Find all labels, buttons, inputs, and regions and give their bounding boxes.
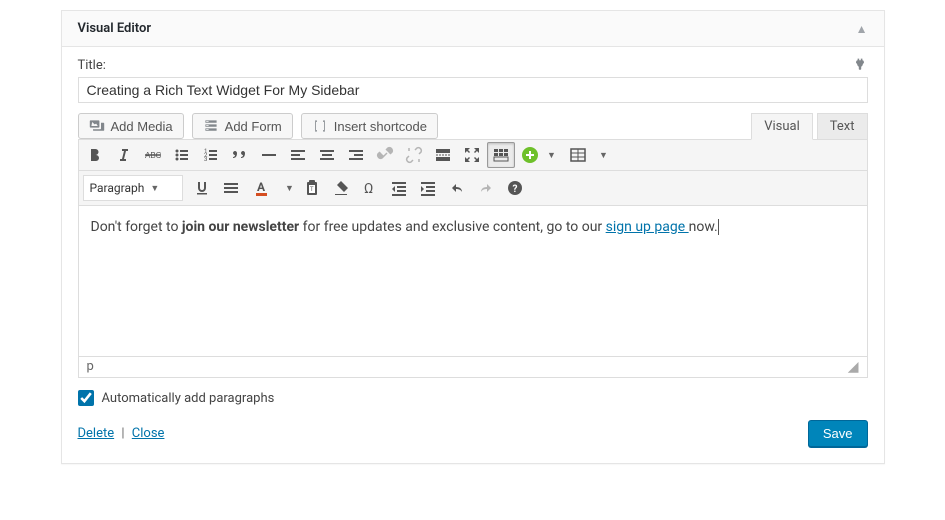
media-icon xyxy=(89,118,105,134)
media-buttons-row: Add Media Add Form Insert shortcode Visu… xyxy=(78,113,868,139)
format-select-label: Paragraph xyxy=(90,181,145,195)
widget-body: Title: Add Media Add Form xyxy=(62,47,884,463)
save-button[interactable]: Save xyxy=(808,420,868,447)
hr-button[interactable] xyxy=(255,142,283,168)
unlink-button[interactable] xyxy=(400,142,428,168)
close-link[interactable]: Close xyxy=(132,426,165,441)
svg-text:3: 3 xyxy=(204,156,207,163)
add-media-button[interactable]: Add Media xyxy=(78,113,184,139)
svg-text:?: ? xyxy=(512,184,517,195)
widget-title: Visual Editor xyxy=(78,21,152,36)
strikethrough-button[interactable]: ABC xyxy=(139,142,167,168)
add-form-button[interactable]: Add Form xyxy=(192,113,293,139)
content-text-3: now. xyxy=(689,219,718,235)
content-text-1: Don't forget to xyxy=(91,219,182,235)
text-color-dropdown[interactable]: ▼ xyxy=(283,175,297,201)
autop-label: Automatically add paragraphs xyxy=(102,391,275,406)
title-row: Title: xyxy=(78,57,868,73)
redo-button[interactable] xyxy=(472,175,500,201)
plug-icon[interactable] xyxy=(852,57,868,73)
fullscreen-button[interactable] xyxy=(458,142,486,168)
autop-row[interactable]: Automatically add paragraphs xyxy=(78,390,868,406)
chevron-down-icon: ▼ xyxy=(150,183,159,194)
svg-text:Ω: Ω xyxy=(364,181,373,197)
content-bold: join our newsletter xyxy=(182,219,299,235)
read-more-button[interactable] xyxy=(429,142,457,168)
special-char-button[interactable]: Ω xyxy=(356,175,384,201)
shortcode-icon xyxy=(312,118,328,134)
editor-tabs: Visual Text xyxy=(747,113,867,140)
clear-formatting-button[interactable] xyxy=(327,175,355,201)
widget-header[interactable]: Visual Editor ▲ xyxy=(62,11,884,47)
title-label: Title: xyxy=(78,58,106,73)
insert-shortcode-label: Insert shortcode xyxy=(334,119,427,134)
add-form-label: Add Form xyxy=(225,119,282,134)
content-text-2: for free updates and exclusive content, … xyxy=(299,219,605,235)
align-center-button[interactable] xyxy=(313,142,341,168)
blockquote-button[interactable] xyxy=(226,142,254,168)
content-link[interactable]: sign up page xyxy=(606,219,689,235)
resize-handle-icon[interactable]: ◢ xyxy=(848,359,859,375)
element-path[interactable]: p xyxy=(87,359,94,375)
outdent-button[interactable] xyxy=(385,175,413,201)
delete-link[interactable]: Delete xyxy=(78,426,115,441)
table-button[interactable] xyxy=(560,142,596,168)
paste-text-button[interactable]: T xyxy=(298,175,326,201)
format-select[interactable]: Paragraph ▼ xyxy=(83,175,183,201)
collapse-toggle-icon[interactable]: ▲ xyxy=(856,22,868,36)
insert-shortcode-button[interactable]: Insert shortcode xyxy=(301,113,438,139)
tab-text[interactable]: Text xyxy=(817,113,868,140)
autop-checkbox[interactable] xyxy=(78,390,94,406)
link-separator: | xyxy=(121,426,124,441)
text-color-button[interactable]: A xyxy=(246,175,282,201)
numbered-list-button[interactable]: 123 xyxy=(197,142,225,168)
toolbar-toggle-button[interactable] xyxy=(487,142,515,168)
add-media-label: Add Media xyxy=(111,119,173,134)
status-bar: p ◢ xyxy=(78,357,868,378)
title-input[interactable] xyxy=(78,77,868,103)
indent-button[interactable] xyxy=(414,175,442,201)
toolbar-row-2: Paragraph ▼ A ▼ T Ω ? xyxy=(79,171,867,206)
toolbar-row-1: ABC 123 ▼ ▼ xyxy=(79,140,867,171)
italic-button[interactable] xyxy=(110,142,138,168)
text-cursor xyxy=(718,219,719,235)
footer-row: Delete | Close Save xyxy=(78,420,868,459)
add-block-dropdown[interactable]: ▼ xyxy=(545,142,559,168)
table-dropdown[interactable]: ▼ xyxy=(597,142,611,168)
justify-button[interactable] xyxy=(217,175,245,201)
bold-button[interactable] xyxy=(81,142,109,168)
underline-button[interactable] xyxy=(188,175,216,201)
help-button[interactable]: ? xyxy=(501,175,529,201)
svg-text:T: T xyxy=(310,186,314,193)
editor-content-area[interactable]: Don't forget to join our newsletter for … xyxy=(79,206,867,356)
editor-wrap: ABC 123 ▼ ▼ Paragra xyxy=(78,139,868,357)
add-block-button[interactable] xyxy=(516,142,544,168)
bullet-list-button[interactable] xyxy=(168,142,196,168)
form-icon xyxy=(203,118,219,134)
tab-visual[interactable]: Visual xyxy=(751,113,813,140)
link-button[interactable] xyxy=(371,142,399,168)
align-right-button[interactable] xyxy=(342,142,370,168)
widget-panel: Visual Editor ▲ Title: Add Media Add For… xyxy=(61,10,885,464)
align-left-button[interactable] xyxy=(284,142,312,168)
footer-links: Delete | Close xyxy=(78,426,165,441)
undo-button[interactable] xyxy=(443,175,471,201)
svg-text:A: A xyxy=(257,180,266,194)
